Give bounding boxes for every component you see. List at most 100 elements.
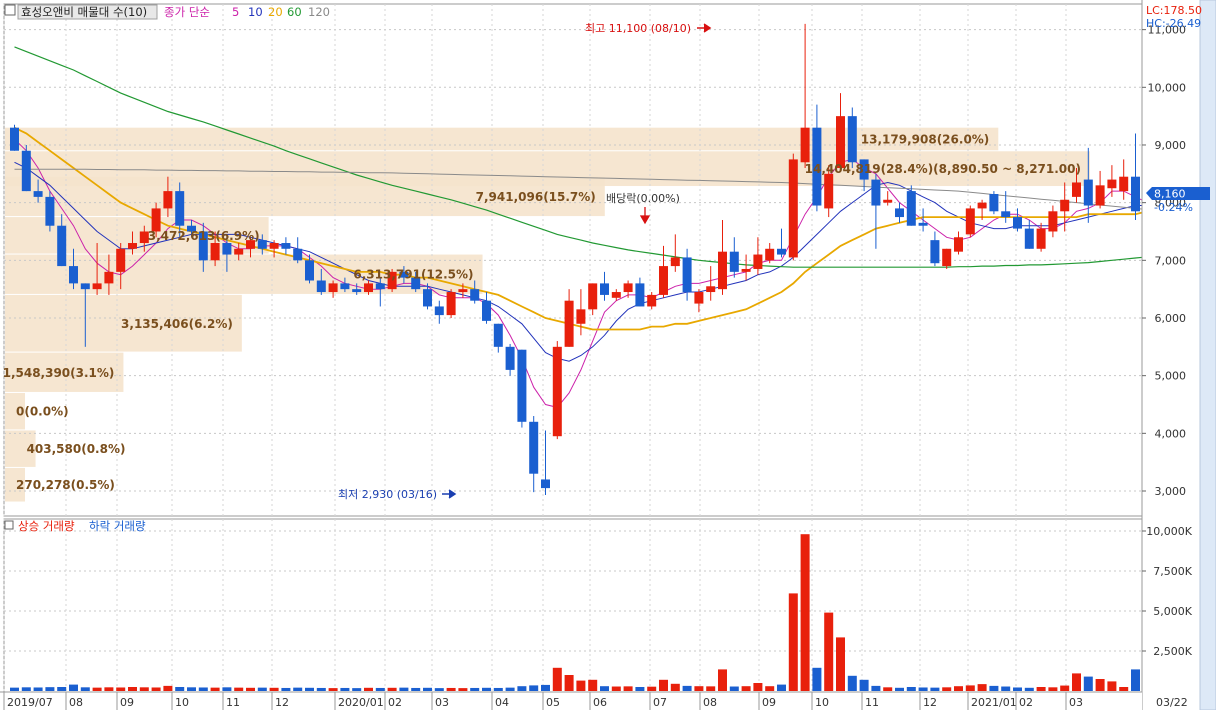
candle-body xyxy=(210,243,220,261)
candle-body xyxy=(352,289,362,293)
volume-bar xyxy=(128,687,137,691)
x-tick-label: 11 xyxy=(865,696,879,709)
volume-profile-label: 270,278(0.5%) xyxy=(16,478,115,492)
volume-tick-label: 5,000K xyxy=(1153,605,1192,618)
candle-body xyxy=(222,243,232,255)
volume-bar xyxy=(210,687,220,691)
candle-body xyxy=(600,283,609,295)
legend-main-label: 효성오앤비 매물대 수(10) xyxy=(21,5,147,19)
x-tick-label: 10 xyxy=(815,696,829,709)
volume-bar xyxy=(434,688,444,691)
volume-bar xyxy=(977,684,987,691)
volume-bar xyxy=(871,685,881,691)
candle-body xyxy=(1095,185,1105,206)
candle-body xyxy=(1024,228,1034,249)
volume-bar xyxy=(21,687,31,691)
price-tick-label: 3,000 xyxy=(1155,485,1187,498)
candle-body xyxy=(647,294,657,307)
candle-body xyxy=(682,257,692,293)
volume-bar xyxy=(765,686,775,691)
candle-body xyxy=(611,292,621,298)
legend-ma10: 10 xyxy=(248,5,263,19)
x-tick-label: 2019/07 xyxy=(7,696,53,709)
volume-bar xyxy=(623,686,633,691)
legend-checkbox[interactable] xyxy=(4,4,16,16)
volume-bar xyxy=(1119,687,1129,691)
candle-body xyxy=(21,150,31,192)
volume-legend-checkbox[interactable] xyxy=(4,520,14,530)
volume-profile-label: 3,135,406(6.2%) xyxy=(121,317,233,331)
volume-bar xyxy=(269,687,279,691)
volume-bar xyxy=(694,686,704,691)
lc-readout: LC:178.50 xyxy=(1146,4,1202,17)
volume-profile-label: 0(0.0%) xyxy=(16,405,69,419)
volume-bar xyxy=(482,687,491,691)
volume-profile-label: 403,580(0.8%) xyxy=(27,442,126,456)
price-tick-label: 5,000 xyxy=(1155,370,1187,383)
candle-body xyxy=(1060,199,1070,212)
volume-bar xyxy=(729,686,739,691)
volume-bar xyxy=(965,685,975,691)
volume-tick-label: 10,000K xyxy=(1146,525,1192,538)
x-tick-label: 04 xyxy=(495,696,509,709)
volume-bar xyxy=(139,687,149,691)
candle-body xyxy=(493,323,503,347)
candle-body xyxy=(895,208,904,218)
volume-bar xyxy=(1013,687,1022,691)
volume-bar xyxy=(364,687,373,691)
volume-bar xyxy=(718,669,727,691)
candle-body xyxy=(1048,211,1058,232)
candle-body xyxy=(517,349,527,422)
candle-body xyxy=(269,243,279,249)
chart-canvas[interactable]: 270,278(0.5%) 403,580(0.8%) 0(0.0%) 1,548,3… xyxy=(0,0,1216,711)
volume-tick-label: 2,500K xyxy=(1153,645,1192,658)
candle-body xyxy=(163,191,173,209)
volume-bar xyxy=(151,687,161,691)
candle-body xyxy=(234,248,244,255)
candle-body xyxy=(529,421,539,474)
candle-body xyxy=(482,300,491,321)
price-tick-label: 7,000 xyxy=(1155,254,1187,267)
volume-bar xyxy=(659,679,668,691)
legend-ma60: 60 xyxy=(287,5,302,19)
volume-profile-label: 7,941,096(15.7%) xyxy=(476,190,596,204)
volume-profile-label: 13,179,908(26.0%) xyxy=(861,132,990,146)
volume-bar xyxy=(45,687,55,691)
x-tick-label: 10 xyxy=(175,696,189,709)
x-tick-label-last-date: 03/22 xyxy=(1156,696,1188,709)
volume-bar xyxy=(1083,676,1093,691)
volume-bar xyxy=(80,687,90,691)
volume-bar xyxy=(1048,687,1058,691)
candle-body xyxy=(883,199,893,203)
candle-body xyxy=(847,116,857,163)
volume-bar xyxy=(470,687,480,691)
x-tick-label: 12 xyxy=(923,696,937,709)
candle-body xyxy=(305,260,314,281)
volume-bar xyxy=(1060,685,1070,691)
candle-body xyxy=(1083,179,1093,206)
stock-chart[interactable]: 270,278(0.5%) 403,580(0.8%) 0(0.0%) 1,548,3… xyxy=(0,0,1216,711)
volume-bar xyxy=(10,687,19,691)
candle-body xyxy=(423,289,432,307)
candle-body xyxy=(788,159,798,258)
volume-bar xyxy=(777,684,786,691)
volume-bar xyxy=(647,686,657,691)
volume-bar xyxy=(375,687,385,691)
candle-body xyxy=(10,127,19,151)
candle-body xyxy=(1072,182,1081,197)
x-tick-label: 05 xyxy=(546,696,560,709)
candle-body xyxy=(175,191,185,226)
volume-bar xyxy=(611,686,621,691)
volume-bar xyxy=(635,687,645,691)
volume-bar xyxy=(316,687,326,691)
volume-bar xyxy=(682,685,692,691)
candle-body xyxy=(729,251,739,272)
vertical-scrollbar[interactable] xyxy=(1199,0,1216,711)
candle-body xyxy=(505,346,515,370)
volume-bar xyxy=(116,687,126,691)
x-tick-label: 06 xyxy=(593,696,607,709)
low-label: 최저 2,930 (03/16) xyxy=(338,488,437,501)
candle-body xyxy=(293,248,303,261)
x-tick-label: 12 xyxy=(275,696,289,709)
candle-body xyxy=(458,289,468,293)
